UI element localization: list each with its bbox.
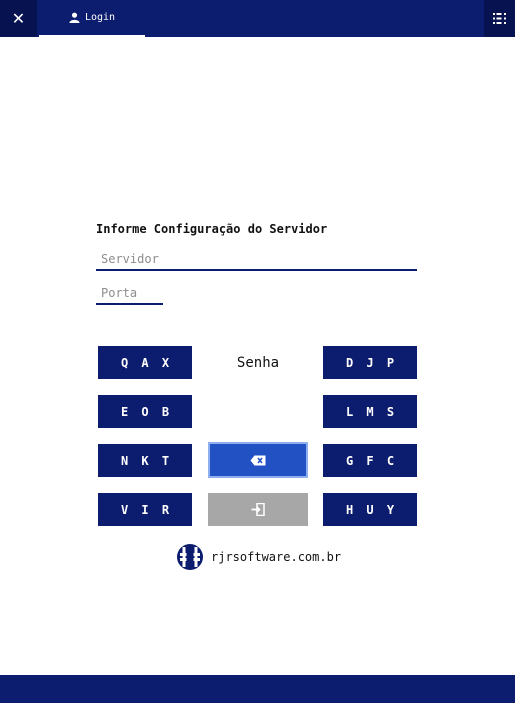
backspace-icon — [250, 455, 266, 465]
key-vir[interactable]: V I R — [98, 493, 192, 526]
form-title: Informe Configuração do Servidor — [96, 222, 328, 236]
key-eob[interactable]: E O B — [98, 395, 192, 428]
login-enter-button[interactable] — [208, 493, 308, 526]
server-input[interactable] — [96, 250, 417, 271]
tab-label: Login — [84, 12, 116, 23]
list-menu-icon — [493, 13, 506, 24]
backspace-button[interactable] — [208, 442, 308, 478]
password-label: Senha — [236, 354, 280, 371]
brand-link[interactable]: rjrsoftware.com.br — [211, 550, 341, 564]
key-nkt[interactable]: N K T — [98, 444, 192, 477]
key-huy[interactable]: H U Y — [323, 493, 417, 526]
port-input[interactable] — [96, 284, 163, 305]
user-icon — [69, 12, 80, 23]
close-icon: ✕ — [11, 9, 26, 28]
key-gfc[interactable]: G F C — [323, 444, 417, 477]
tab-login[interactable]: Login — [39, 0, 145, 37]
key-djp[interactable]: D J P — [323, 346, 417, 379]
rjr-logo — [177, 544, 203, 570]
bottom-bar — [0, 675, 515, 703]
top-bar: ✕ Login — [0, 0, 515, 37]
key-qax[interactable]: Q A X — [98, 346, 192, 379]
close-button[interactable]: ✕ — [0, 0, 37, 37]
brand: rjrsoftware.com.br — [176, 541, 341, 573]
key-lms[interactable]: L M S — [323, 395, 417, 428]
login-enter-icon — [251, 503, 265, 516]
menu-button[interactable] — [484, 0, 515, 37]
